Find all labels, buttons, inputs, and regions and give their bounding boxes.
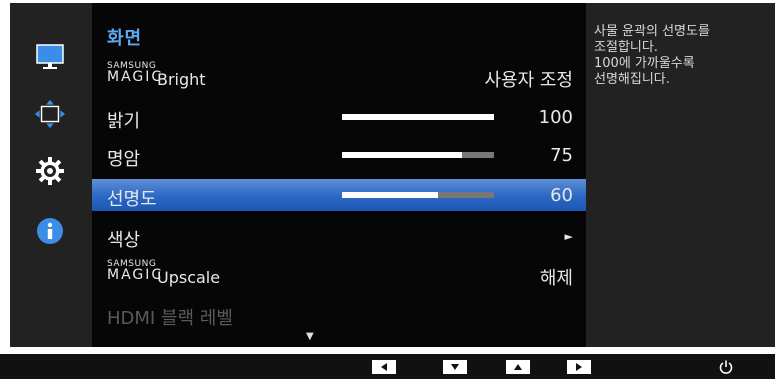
help-text: 사물 윤곽의 선명도를 조절합니다. 100에 가까울수록 선명해집니다. <box>594 24 774 88</box>
right-button[interactable] <box>567 360 591 374</box>
up-button[interactable] <box>506 360 530 374</box>
arrow-down-icon <box>451 364 459 370</box>
sidebar-item-information[interactable] <box>34 215 66 247</box>
gear-icon <box>36 157 64 185</box>
slider-fill <box>342 114 494 120</box>
menu-item-magic-bright[interactable]: SAMSUNG MAGIC Bright 사용자 조정 <box>92 60 586 92</box>
arrow-up-icon <box>514 364 522 370</box>
menu-item-label: 선명도 <box>107 189 157 210</box>
feature-name: Bright <box>157 70 206 89</box>
feature-name: Upscale <box>157 268 221 287</box>
menu-item-value: 사용자 조정 <box>484 70 573 91</box>
slider-fill <box>342 152 463 158</box>
help-line: 사물 윤곽의 선명도를 <box>594 24 710 39</box>
brand-magic: MAGIC <box>107 69 164 85</box>
menu-item-value: 해제 <box>539 268 573 289</box>
menu-item-label: 명암 <box>107 149 141 170</box>
help-line: 선명해집니다. <box>594 72 670 87</box>
menu-item-sharpness[interactable]: 선명도 60 <box>92 179 586 211</box>
sidebar <box>10 3 90 347</box>
menu-item-label: HDMI 블랙 레벨 <box>107 308 233 329</box>
brightness-slider[interactable] <box>342 114 494 120</box>
help-line: 조절합니다. <box>594 40 658 55</box>
samsung-magic-logo: SAMSUNG MAGIC <box>107 260 164 283</box>
menu-item-value: 60 <box>550 185 573 206</box>
menu-item-label: 색상 <box>107 230 141 251</box>
left-button[interactable] <box>372 360 396 374</box>
power-button[interactable] <box>717 358 735 376</box>
slider-fill <box>342 192 438 198</box>
menu-item-value: 100 <box>538 107 573 128</box>
menu-item-value: 75 <box>550 145 573 166</box>
menu-item-magic-upscale[interactable]: SAMSUNG MAGIC Upscale 해제 <box>92 258 586 290</box>
power-icon <box>719 360 733 374</box>
page-title: 화면 <box>107 28 143 49</box>
menu-item-contrast[interactable]: 명암 75 <box>92 139 586 171</box>
down-button[interactable] <box>443 360 467 374</box>
arrow-right-icon <box>576 363 582 371</box>
menu-item-brightness[interactable]: 밝기 100 <box>92 101 586 133</box>
sidebar-item-screen-position[interactable] <box>34 98 66 130</box>
menu-item-hdmi-black-level: HDMI 블랙 레벨 <box>92 298 586 330</box>
contrast-slider[interactable] <box>342 152 494 158</box>
info-icon <box>37 218 63 244</box>
button-guide-bar <box>0 354 775 379</box>
help-line: 100에 가까울수록 <box>594 56 695 71</box>
menu-item-label: 밝기 <box>107 111 141 132</box>
samsung-magic-logo: SAMSUNG MAGIC <box>107 62 164 85</box>
menu-panel: 화면 SAMSUNG MAGIC Bright 사용자 조정 밝기 100 명암… <box>92 3 586 347</box>
arrow-left-icon <box>381 363 387 371</box>
brand-magic: MAGIC <box>107 267 164 283</box>
scroll-down-icon[interactable]: ▼ <box>306 331 314 342</box>
monitor-icon <box>36 44 64 69</box>
sharpness-slider[interactable] <box>342 192 494 198</box>
sidebar-item-picture[interactable] <box>34 41 66 73</box>
screen-adjust-icon <box>34 99 66 129</box>
submenu-arrow-icon: ► <box>564 230 573 243</box>
menu-item-color[interactable]: 색상 ► <box>92 220 586 252</box>
sidebar-item-settings[interactable] <box>34 155 66 187</box>
